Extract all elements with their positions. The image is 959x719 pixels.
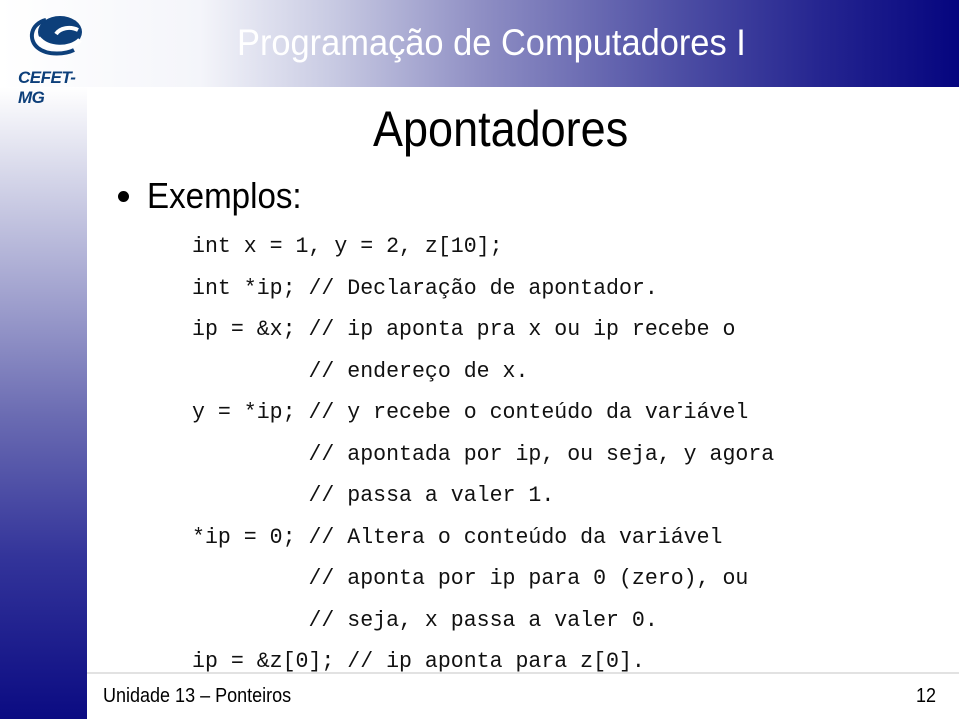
code-line: *ip = 0; // Altera o conteúdo da variáve… [192,524,723,550]
bullet-icon [118,190,129,202]
code-line: int *ip; // Declaração de apontador. [192,275,658,301]
code-line: // apontada por ip, ou seja, y agora [192,441,775,467]
code-line: // passa a valer 1. [192,483,555,508]
code-block: int x = 1, y = 2, z[10]; int *ip; // Dec… [192,232,786,689]
code-line: // endereço de x. [192,358,529,384]
logo-text: CEFET-MG [18,68,76,107]
left-band [0,87,87,719]
course-title: Programação de Computadores I [237,22,746,63]
code-line: // seja, x passa a valer 0. [192,607,658,633]
code-line: y = *ip; // y recebe o conteúdo da variá… [192,400,749,425]
code-line: ip = &z[0]; // ip aponta para z[0]. [192,649,645,674]
footer-unit: Unidade 13 – Ponteiros [103,685,292,707]
code-line: int x = 1, y = 2, z[10]; [192,234,503,259]
slide-title: Apontadores [373,101,629,157]
code-line: // aponta por ip para 0 (zero), ou [192,566,749,591]
cefet-logo-icon [29,16,82,56]
footer-divider [87,672,959,674]
bullet-item: Exemplos: [118,175,315,217]
cefet-logo: CEFET-MG [8,10,100,107]
page-number: 12 [916,685,937,707]
code-line: ip = &x; // ip aponta pra x ou ip recebe… [192,317,736,342]
bullet-text: Exemplos: [147,175,302,216]
